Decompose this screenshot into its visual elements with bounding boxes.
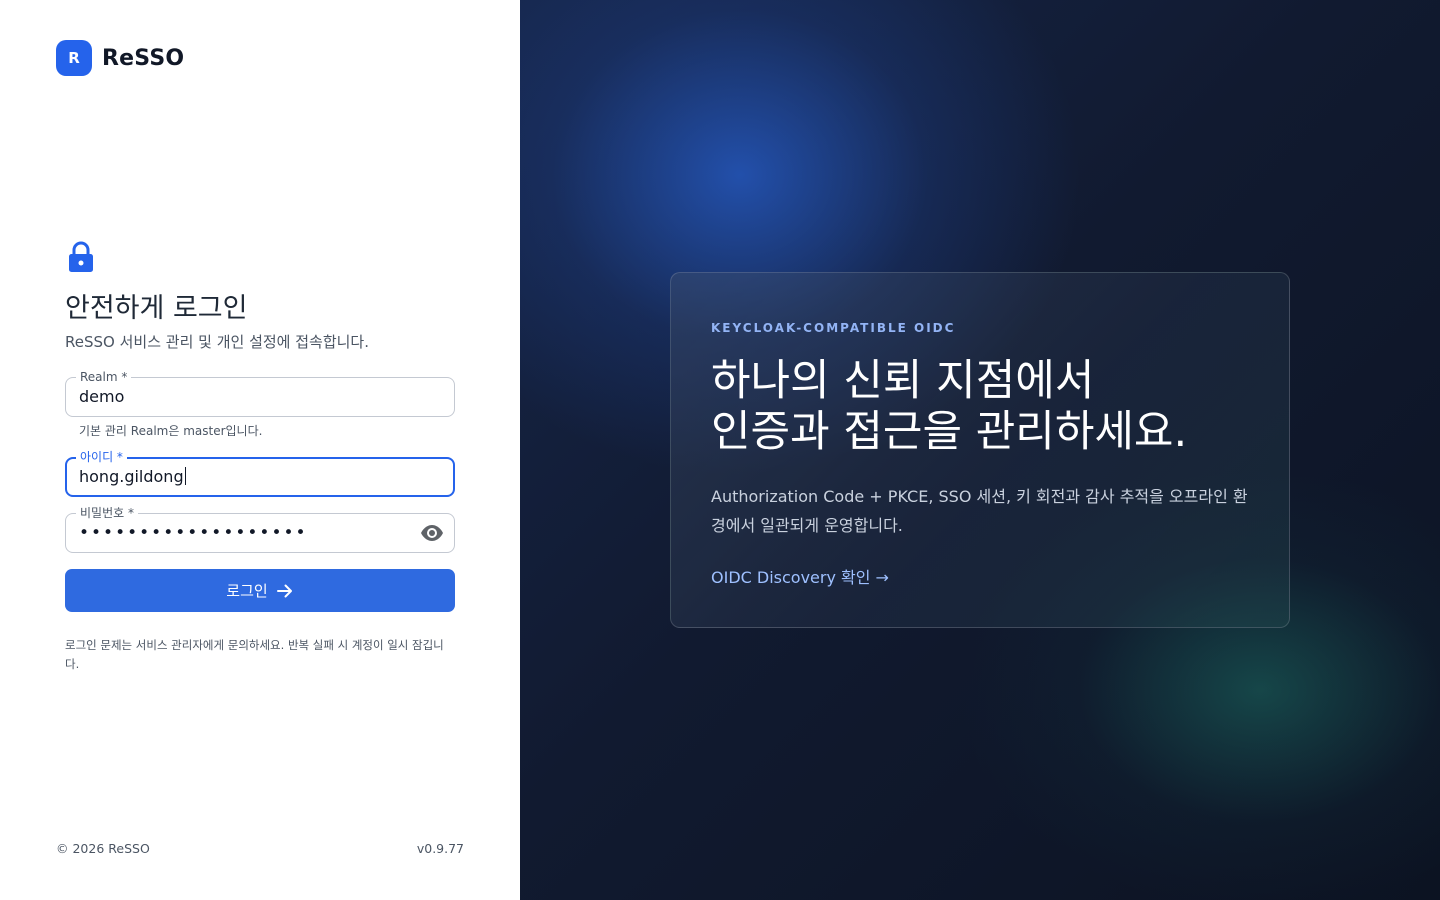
- hero-headline-line1: 하나의 신뢰 지점에서: [711, 356, 1095, 406]
- password-field[interactable]: 비밀번호 * •••••••••••••••••••: [65, 505, 455, 553]
- page-title: 안전하게 로그인: [65, 293, 248, 324]
- lock-icon: [69, 241, 93, 272]
- arrow-right-icon: [276, 584, 292, 597]
- oidc-discovery-link[interactable]: OIDC Discovery 확인 →: [711, 564, 889, 588]
- hero-description: Authorization Code + PKCE, SSO 세션, 키 회전과…: [711, 487, 1248, 535]
- brand-name: ReSSO: [102, 45, 185, 71]
- realm-hint: 기본 관리 Realm은 master입니다.: [79, 424, 263, 438]
- realm-field[interactable]: Realm * demo: [65, 369, 455, 417]
- username-input-wrap[interactable]: hong.gildong: [79, 467, 186, 487]
- login-button-label: 로그인: [226, 582, 268, 600]
- brand[interactable]: R ReSSO: [56, 40, 184, 76]
- version-label: v0.9.77: [416, 841, 464, 856]
- realm-label: Realm *: [76, 369, 132, 385]
- eye-icon[interactable]: [420, 523, 444, 543]
- realm-input[interactable]: demo: [79, 387, 124, 407]
- username-input[interactable]: hong.gildong: [79, 467, 184, 486]
- password-label: 비밀번호 *: [76, 505, 138, 521]
- password-input[interactable]: •••••••••••••••••••: [79, 523, 308, 543]
- help-text: 로그인 문제는 서비스 관리자에게 문의하세요. 반복 실패 시 계정이 일시 …: [65, 638, 444, 671]
- login-panel: R ReSSO 안전하게 로그인 ReSSO 서비스 관리 및 개인 설정에 접…: [0, 0, 520, 900]
- brand-logo: R: [56, 40, 92, 76]
- username-label: 아이디 *: [76, 449, 127, 465]
- text-caret: [184, 467, 186, 485]
- hero-panel: KEYCLOAK-COMPATIBLE OIDC 하나의 신뢰 지점에서 인증과…: [520, 0, 1440, 900]
- hero-card: KEYCLOAK-COMPATIBLE OIDC 하나의 신뢰 지점에서 인증과…: [670, 272, 1290, 628]
- hero-eyebrow: KEYCLOAK-COMPATIBLE OIDC: [711, 321, 956, 335]
- page-subtitle: ReSSO 서비스 관리 및 개인 설정에 접속합니다.: [65, 333, 370, 351]
- login-button[interactable]: 로그인: [65, 569, 455, 612]
- copyright: © 2026 ReSSO: [56, 841, 150, 856]
- hero-headline: 하나의 신뢰 지점에서 인증과 접근을 관리하세요.: [711, 356, 1187, 458]
- hero-headline-line2: 인증과 접근을 관리하세요.: [711, 407, 1188, 457]
- username-field[interactable]: 아이디 * hong.gildong: [65, 449, 455, 497]
